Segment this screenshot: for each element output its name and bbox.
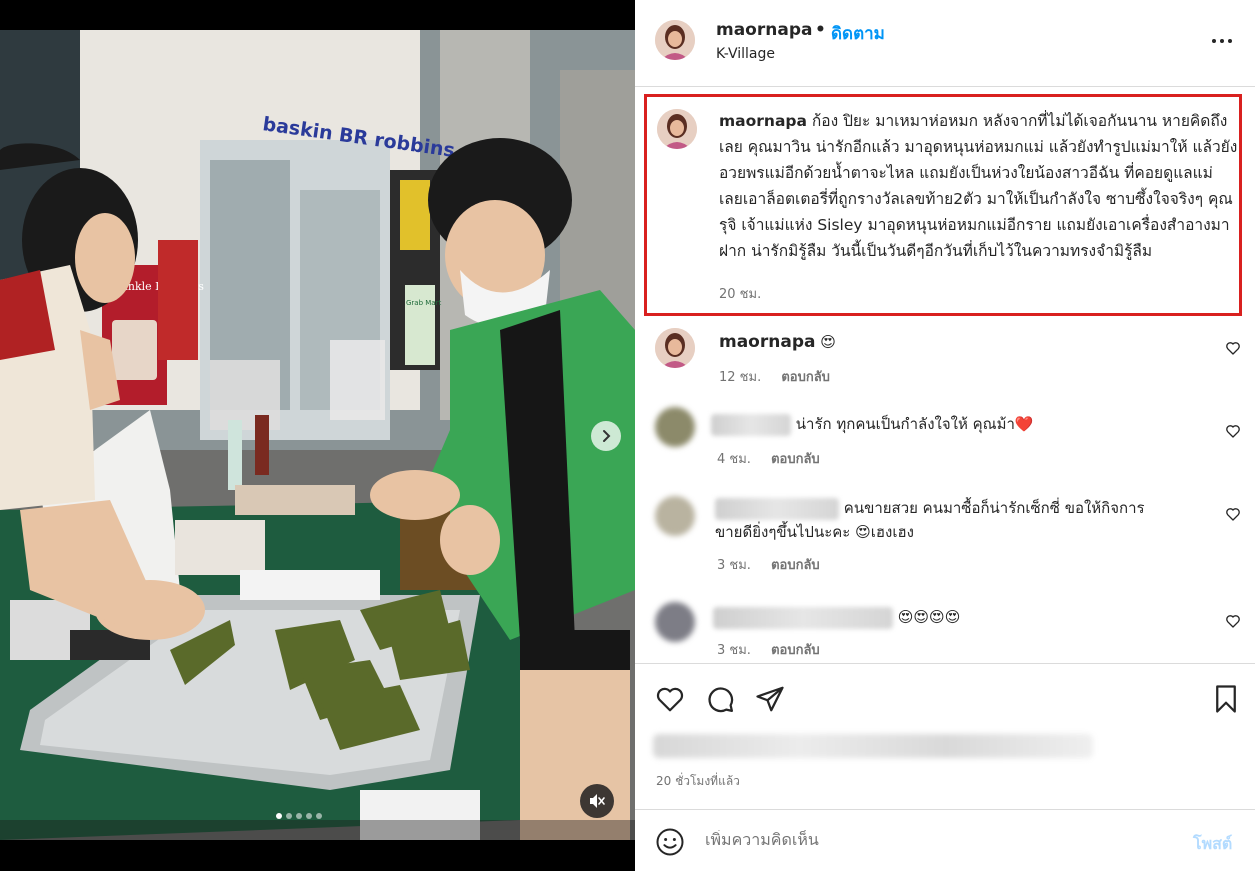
comment-body: 😍😍😍😍 xyxy=(713,605,960,629)
reply-button[interactable]: ตอบกลับ xyxy=(781,370,830,385)
avatar[interactable] xyxy=(655,407,695,447)
comment-icon[interactable] xyxy=(705,684,735,714)
comment-text: คนขายสวย คนมาซื้อก็น่ารักเซ็กซี่ ขอให้กิ… xyxy=(843,499,1145,517)
next-slide-button[interactable] xyxy=(591,421,621,451)
add-comment-input[interactable] xyxy=(705,830,1165,849)
comment-text-line2: ขายดียิ่งๆขึ้นไปนะคะ 😍เฮงเฮง xyxy=(715,523,914,541)
comment-meta: 4 ชม. ตอบกลับ xyxy=(717,448,820,469)
avatar[interactable] xyxy=(655,328,695,368)
post-actions: 20 ชั่วโมงที่แล้ว xyxy=(635,663,1255,803)
follow-button[interactable]: ดิดตาม xyxy=(831,20,885,47)
heart-icon[interactable] xyxy=(655,684,685,714)
post-header: maornapa • ดิดตาม K-Village xyxy=(635,0,1255,87)
caption-time: 20 ชม. xyxy=(719,287,762,302)
carousel-dot xyxy=(296,813,302,819)
caption-highlight: maornapa ก้อง ปิยะ มาเหมาห่อหมก หลังจากท… xyxy=(644,94,1242,316)
comment-meta: 3 ชม. ตอบกลับ xyxy=(717,554,820,575)
header-separator: • xyxy=(815,20,826,40)
comment-text: 😍 xyxy=(820,333,836,351)
comment-time: 3 ชม. xyxy=(717,558,751,573)
comment-username[interactable]: maornapa xyxy=(719,332,815,352)
carousel-dot xyxy=(306,813,312,819)
comment-username[interactable] xyxy=(711,413,791,436)
caption-text: ก้อง ปิยะ มาเหมาห่อหมก หลังจากที่ไม่ได้เ… xyxy=(719,112,1238,260)
avatar[interactable] xyxy=(655,20,695,60)
likes-summary[interactable] xyxy=(653,734,1093,758)
reply-button[interactable]: ตอบกลับ xyxy=(771,558,820,573)
heart-icon[interactable] xyxy=(1225,506,1241,522)
reply-button[interactable]: ตอบกลับ xyxy=(771,452,820,467)
heart-icon[interactable] xyxy=(1225,340,1241,356)
avatar[interactable] xyxy=(655,496,695,536)
post-time-ago[interactable]: 20 ชั่วโมงที่แล้ว xyxy=(656,772,740,791)
comment-body: คนขายสวย คนมาซื้อก็น่ารักเซ็กซี่ ขอให้กิ… xyxy=(715,496,1145,520)
post-media[interactable]: baskin BR robbins Twinkle Holidays Grab … xyxy=(0,0,635,871)
chevron-right-icon xyxy=(603,430,611,442)
post-photo: baskin BR robbins Twinkle Holidays Grab … xyxy=(0,30,635,840)
comment-username[interactable] xyxy=(713,606,893,629)
post-sidebar: maornapa • ดิดตาม K-Village maornapa ก้อ… xyxy=(635,0,1255,871)
comment-username[interactable] xyxy=(715,497,839,520)
reply-button[interactable]: ตอบกลับ xyxy=(771,643,820,658)
header-username[interactable]: maornapa xyxy=(716,20,812,40)
header-location[interactable]: K-Village xyxy=(716,46,775,62)
share-icon[interactable] xyxy=(755,684,785,714)
comment-text: น่ารัก ทุกคนเป็นกำลังใจให้ คุณม้า❤️ xyxy=(795,415,1034,433)
carousel-dot xyxy=(316,813,322,819)
avatar[interactable] xyxy=(655,602,695,642)
carousel-indicators xyxy=(276,813,322,819)
avatar[interactable] xyxy=(657,109,697,149)
carousel-dot xyxy=(286,813,292,819)
heart-icon[interactable] xyxy=(1225,613,1241,629)
comment-time: 4 ชม. xyxy=(717,452,751,467)
comment-time: 3 ชม. xyxy=(717,643,751,658)
mute-button[interactable] xyxy=(580,784,614,818)
caption-username[interactable]: maornapa xyxy=(719,112,807,130)
bookmark-icon[interactable] xyxy=(1211,684,1241,714)
more-icon[interactable] xyxy=(1211,30,1233,52)
comment-body: maornapa 😍 xyxy=(719,330,836,354)
emoji-icon[interactable] xyxy=(655,827,685,857)
comment-time: 12 ชม. xyxy=(719,370,762,385)
side-sign: Grab Mart xyxy=(406,299,441,307)
comment-text: 😍😍😍😍 xyxy=(897,608,961,626)
comment-meta: 3 ชม. ตอบกลับ xyxy=(717,639,820,660)
mute-icon xyxy=(590,794,605,808)
add-comment-bar: โพสต์ xyxy=(635,809,1255,871)
carousel-dot xyxy=(276,813,282,819)
post-caption: maornapa ก้อง ปิยะ มาเหมาห่อหมก หลังจากท… xyxy=(719,108,1239,264)
comment-meta: 12 ชม. ตอบกลับ xyxy=(719,366,830,387)
post-comment-button[interactable]: โพสต์ xyxy=(1193,832,1232,857)
heart-icon[interactable] xyxy=(1225,423,1241,439)
comment-body: น่ารัก ทุกคนเป็นกำลังใจให้ คุณม้า❤️ xyxy=(711,412,1034,436)
